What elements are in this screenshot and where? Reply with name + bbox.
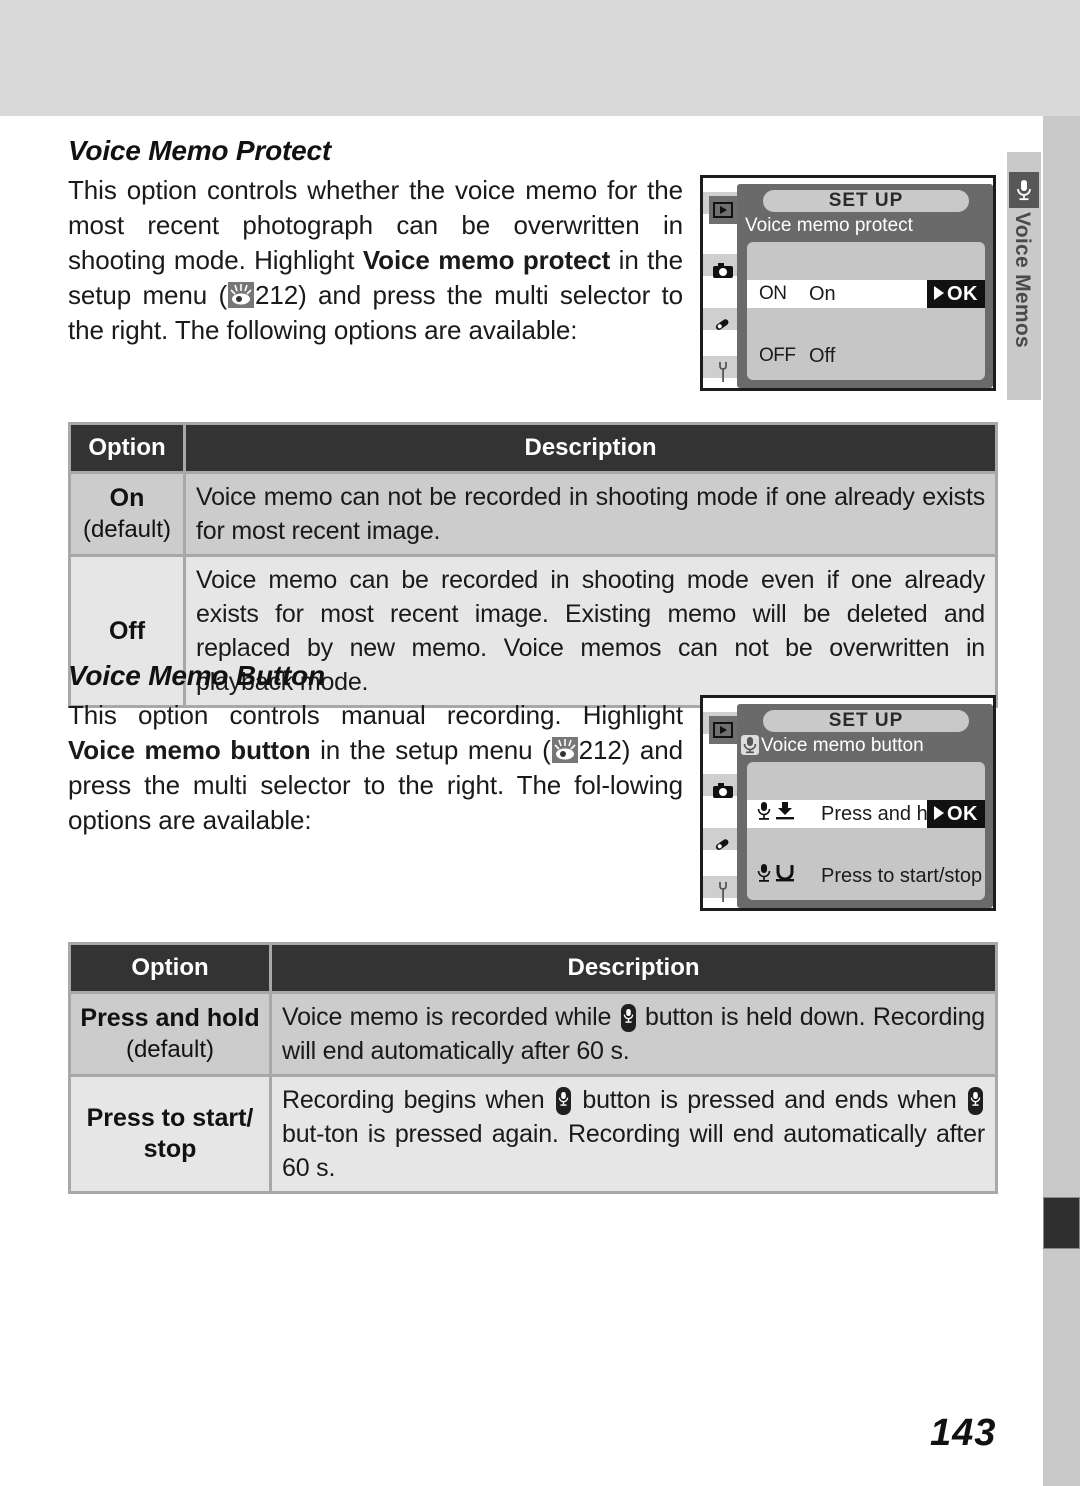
lcd-option-label: On — [809, 283, 836, 305]
microphone-icon — [741, 735, 759, 755]
description-text-part: button is pressed and ends when — [572, 1086, 966, 1114]
lcd-option-code: OFF — [759, 345, 796, 366]
option-name: On — [109, 484, 145, 512]
table-row: Press to start/ stop Recording begins wh… — [71, 1077, 995, 1191]
table-header-row: Option Description — [71, 425, 995, 471]
option-default-note: (default) — [82, 516, 172, 543]
page-number: 143 — [930, 1412, 997, 1454]
pencil-icon[interactable] — [709, 830, 737, 858]
microphone-icon — [1009, 172, 1039, 208]
description-text-part: Recording begins when — [282, 1086, 554, 1114]
option-cell-press-to-start-stop: Press to start/ stop — [71, 1077, 269, 1191]
table-voice-memo-button-wrapper: Option Description Press and hold (defaul… — [68, 942, 998, 1194]
column-header-description: Description — [186, 425, 995, 471]
lcd-main-area: SET UP Voice memo button Press and hold … — [737, 704, 993, 908]
lcd-subtitle-wrapper: Voice memo button — [741, 735, 924, 757]
lcd-ok-label: OK — [947, 283, 978, 305]
lcd-option-code: ON — [759, 283, 787, 304]
wrench-icon[interactable] — [709, 878, 737, 906]
playback-icon[interactable] — [709, 196, 737, 224]
mic-start-stop-icon — [755, 862, 799, 891]
right-edge-bar — [1043, 116, 1080, 1486]
option-name: Press and hold — [80, 1004, 260, 1032]
table-voice-memo-button: Option Description Press and hold (defaul… — [68, 942, 998, 1194]
description-text-part: Voice memo is recorded while — [282, 1003, 619, 1031]
lcd-ok-label: OK — [947, 803, 978, 825]
paragraph-page-ref: 212 — [255, 280, 299, 310]
paragraph-page-ref: 212 — [578, 735, 622, 765]
right-arrow-icon — [934, 286, 944, 300]
paragraph-text-part: in the setup menu ( — [310, 735, 551, 765]
option-default-note: (default) — [125, 1036, 215, 1063]
description-cell-press-to-start-stop: Recording begins when button is pressed … — [272, 1077, 995, 1191]
lcd-option-row-off[interactable]: OFF Off — [747, 342, 985, 370]
page-reference-eye-icon — [551, 737, 578, 763]
section-paragraph-voice-memo-button: This option controls manual recording. H… — [68, 698, 683, 838]
wrench-icon[interactable] — [709, 358, 737, 386]
paragraph-text-part: This option controls manual recording. H… — [68, 700, 683, 730]
description-cell-on: Voice memo can not be recorded in shooti… — [186, 474, 995, 554]
lcd-screenshot-voice-memo-protect: SET UP Voice memo protect ON On OK OFF O… — [700, 175, 996, 391]
mic-button-icon — [555, 1087, 571, 1115]
lcd-screenshot-voice-memo-button: SET UP Voice memo button Press and hold … — [700, 695, 996, 911]
table-row: On (default) Voice memo can not be record… — [71, 474, 995, 554]
chapter-edge-marker — [1043, 1197, 1080, 1249]
column-header-description: Description — [272, 945, 995, 991]
option-name: Off — [108, 616, 146, 645]
section-heading-voice-memo-protect: Voice Memo Protect — [68, 135, 331, 166]
camera-icon[interactable] — [709, 776, 737, 804]
option-name: Press to start/ stop — [86, 1104, 254, 1163]
section-paragraph-voice-memo-protect: This option controls whether the voice m… — [68, 173, 683, 348]
lcd-main-area: SET UP Voice memo protect ON On OK OFF O… — [737, 184, 993, 388]
camera-icon[interactable] — [709, 256, 737, 284]
lcd-option-row-press-to-start-stop[interactable]: Press to start/stop — [747, 862, 985, 890]
playback-icon[interactable] — [709, 716, 737, 744]
lcd-title: SET UP — [763, 710, 969, 732]
mic-button-icon — [620, 1004, 636, 1032]
option-cell-press-and-hold: Press and hold (default) — [71, 994, 269, 1074]
column-header-option: Option — [71, 945, 269, 991]
lcd-option-row-on[interactable]: ON On OK — [747, 280, 985, 308]
paragraph-bold-term: Voice memo button — [68, 735, 311, 765]
section-heading-voice-memo-button: Voice Memo Button — [68, 660, 325, 691]
right-arrow-icon — [934, 806, 944, 820]
page-header-band — [0, 0, 1080, 116]
lcd-option-label: Press to start/stop — [821, 865, 983, 887]
lcd-title: SET UP — [763, 190, 969, 212]
column-header-option: Option — [71, 425, 183, 471]
pencil-icon[interactable] — [709, 310, 737, 338]
lcd-ok-button[interactable]: OK — [927, 800, 985, 828]
lcd-subtitle: Voice memo button — [761, 735, 924, 756]
paragraph-bold-term: Voice memo protect — [362, 245, 611, 275]
table-row: Press and hold (default) Voice memo is re… — [71, 994, 995, 1074]
lcd-subtitle: Voice memo protect — [745, 215, 913, 236]
lcd-ok-button[interactable]: OK — [927, 280, 985, 308]
table-header-row: Option Description — [71, 945, 995, 991]
side-tab-label: Voice Memos — [1011, 212, 1034, 348]
description-cell-press-and-hold: Voice memo is recorded while button is h… — [272, 994, 995, 1074]
lcd-option-row-press-and-hold[interactable]: Press and hold OK — [747, 800, 985, 828]
page-reference-eye-icon — [228, 282, 255, 308]
lcd-option-label: Off — [809, 345, 836, 367]
option-cell-on: On (default) — [71, 474, 183, 554]
mic-press-hold-icon — [755, 800, 799, 829]
mic-button-icon — [968, 1087, 983, 1115]
description-text-part: but-ton is pressed again. Recording will… — [282, 1120, 985, 1182]
